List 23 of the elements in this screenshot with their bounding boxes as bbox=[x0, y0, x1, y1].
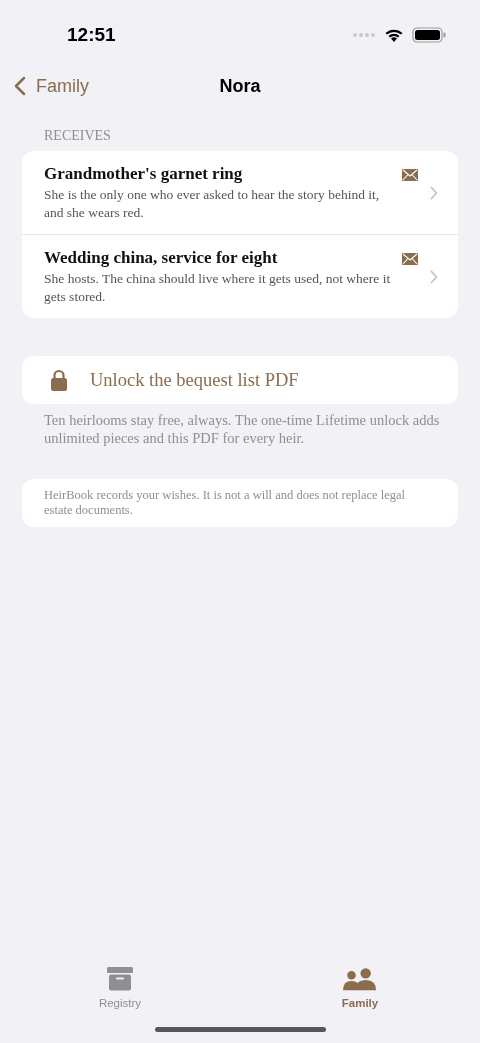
signal-icon bbox=[352, 32, 376, 38]
status-time: 12:51 bbox=[67, 24, 116, 46]
tab-button[interactable]: Family bbox=[300, 967, 420, 1017]
chevron-icon bbox=[430, 269, 438, 284]
back-button[interactable]: Family bbox=[14, 70, 89, 102]
disclaimer-text: HeirBook records your wishes. It is not a will and does not replace legal estate documents. bbox=[44, 488, 407, 518]
chevron-icon bbox=[430, 185, 438, 200]
wifi-icon bbox=[384, 27, 404, 43]
battery-icon bbox=[412, 27, 446, 43]
list-row[interactable]: Grandmother's garnet ring She is the only one who ever asked to hear the story behind it, and she wears red. bbox=[22, 151, 458, 235]
item-note: She hosts. The china should live where it gets used, not where it gets stored. bbox=[44, 270, 392, 306]
item-title: Wedding china, service for eight bbox=[44, 247, 279, 269]
people-icon bbox=[343, 967, 377, 991]
lock-icon bbox=[51, 369, 67, 391]
item-title: Grandmother's garnet ring bbox=[44, 163, 244, 185]
screen-title: Nora bbox=[219, 75, 261, 97]
section-header: RECEIVES bbox=[44, 128, 112, 145]
tab-button[interactable]: Registry bbox=[60, 967, 180, 1017]
item-note: She is the only one who ever asked to hear the story behind it, and she wears red. bbox=[44, 186, 381, 222]
unlock-footnote: Ten heirlooms stay free, always. The one-time Lifetime unlock adds unlimited pieces and this PDF for every heir. bbox=[44, 411, 440, 447]
back-chevron-icon bbox=[14, 76, 26, 96]
unlock-button[interactable]: Unlock the bequest list PDF bbox=[22, 356, 458, 404]
list-row[interactable]: Wedding china, service for eight She hosts. The china should live where it gets used, not where it gets stored. bbox=[22, 235, 458, 318]
